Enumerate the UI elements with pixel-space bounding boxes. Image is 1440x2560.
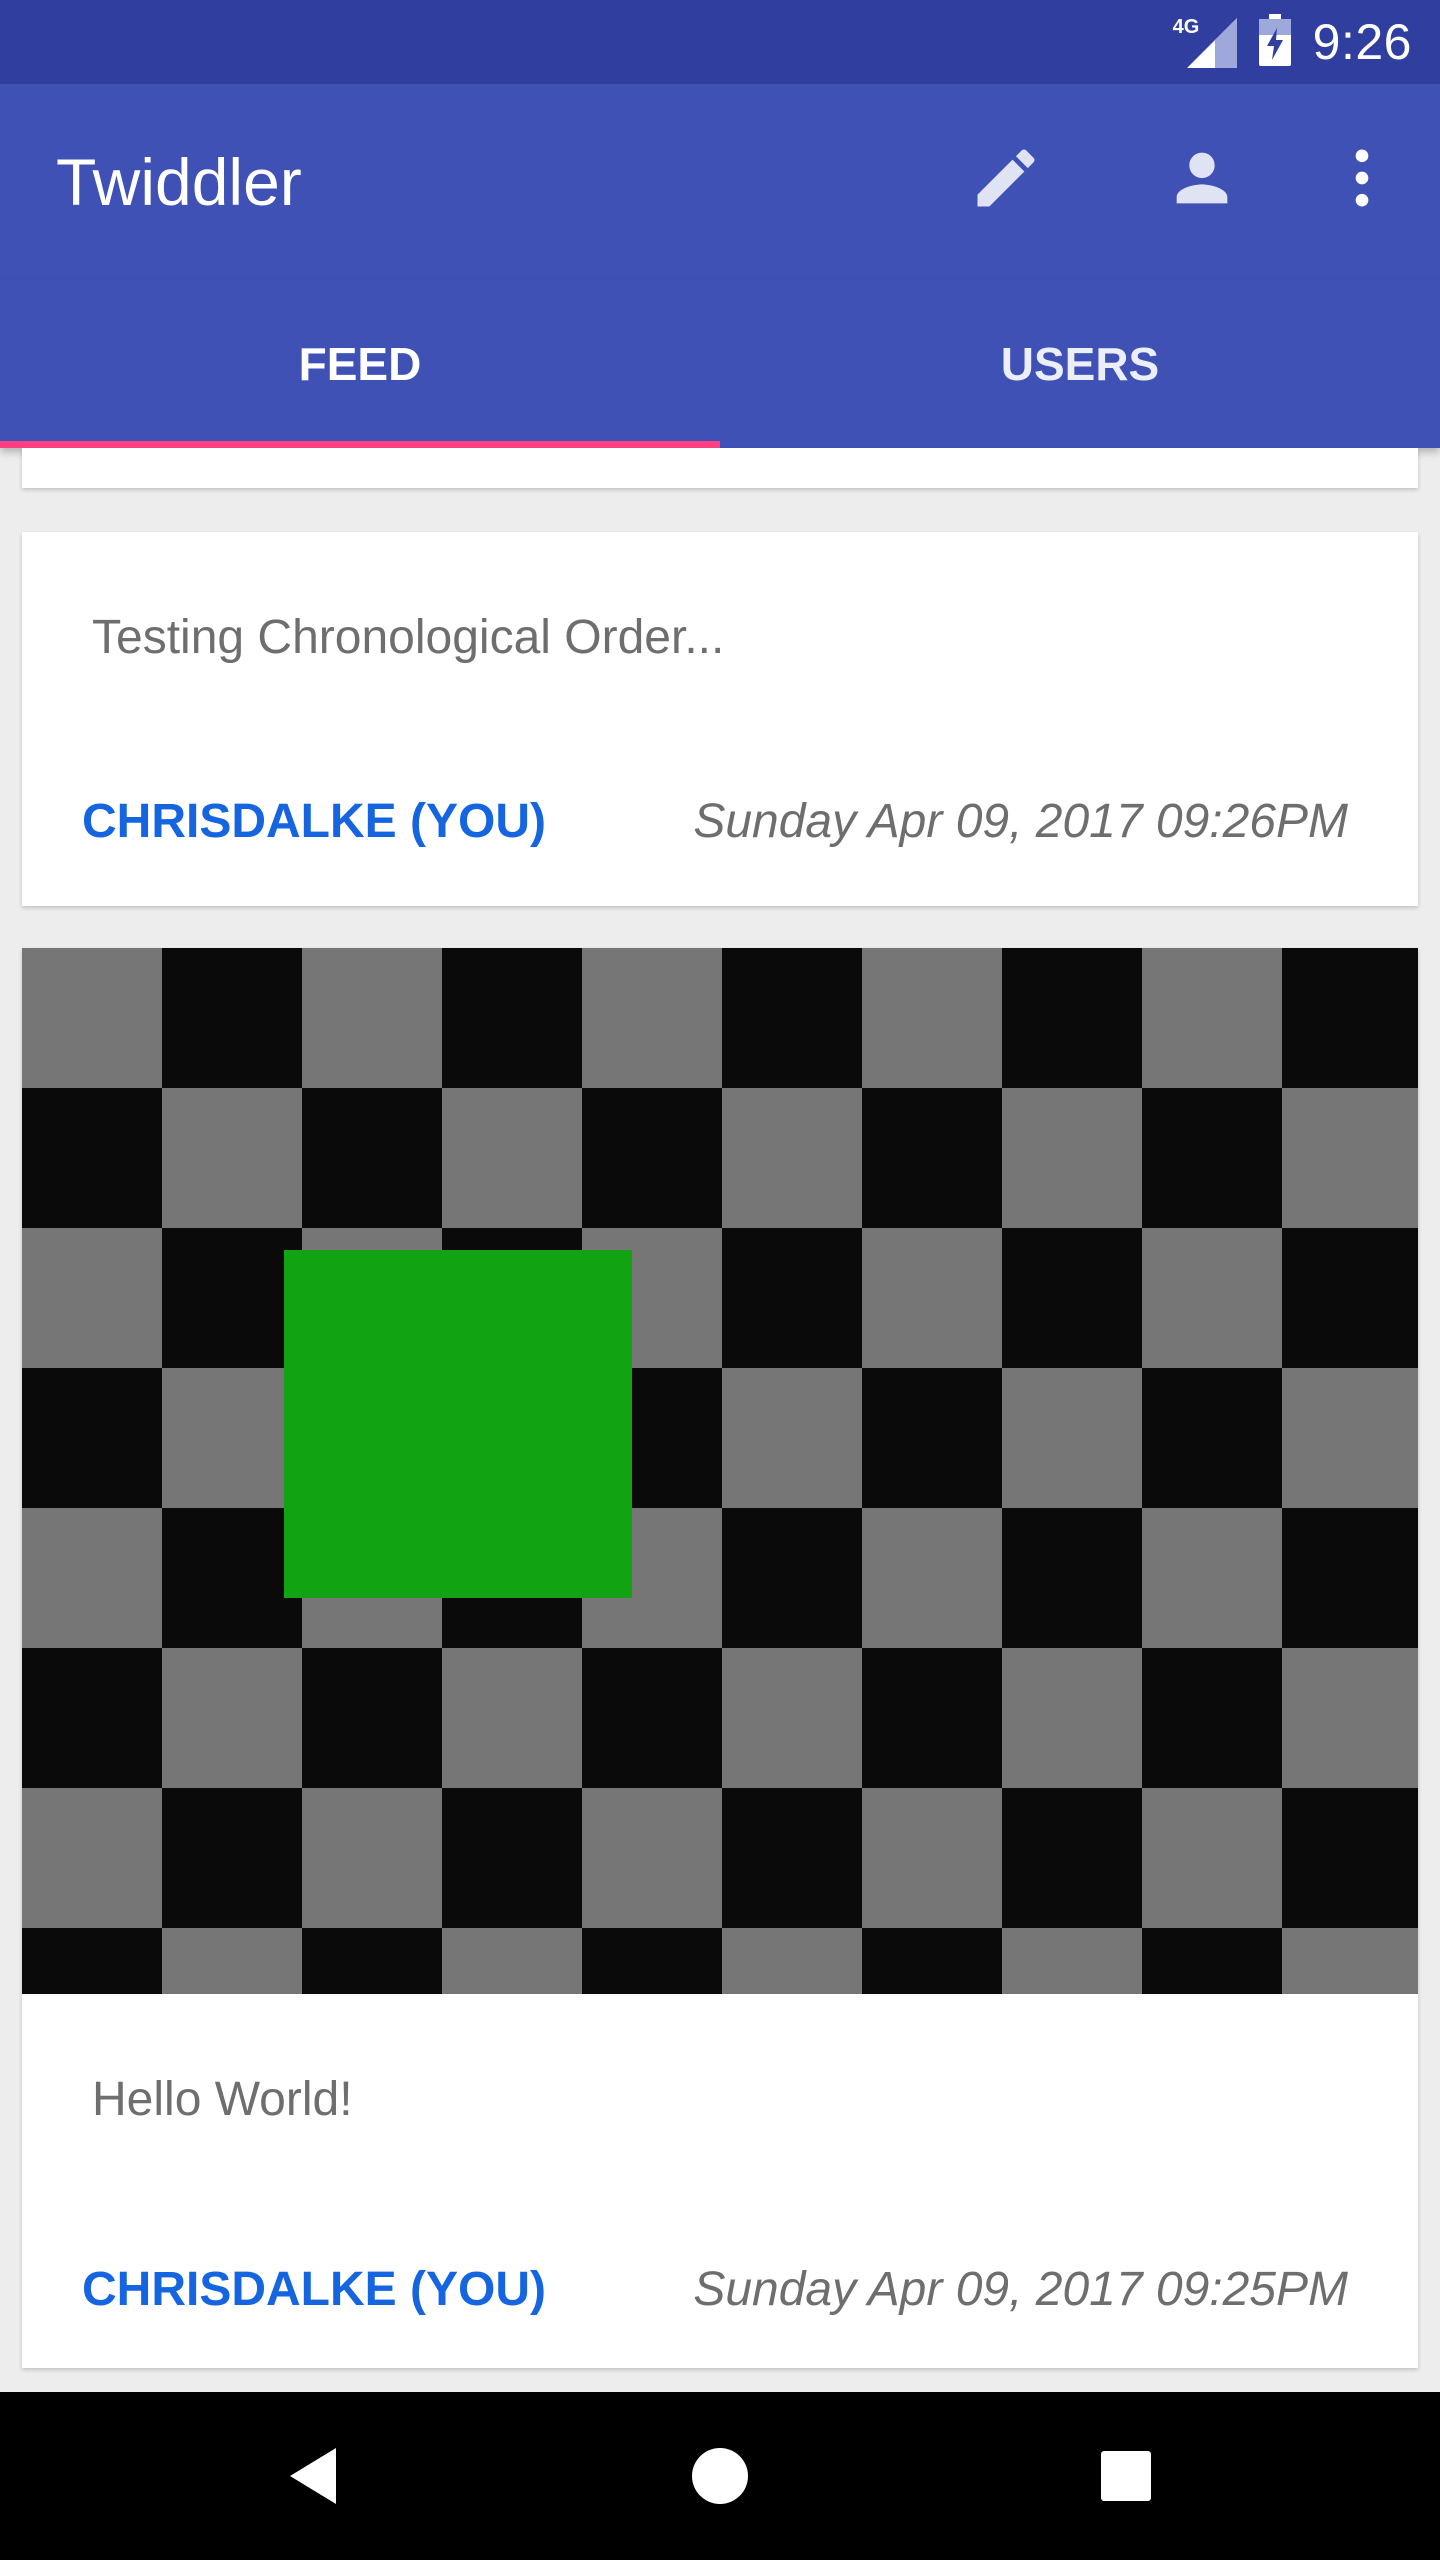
recents-icon (1101, 2451, 1151, 2501)
overflow-menu-button[interactable] (1312, 128, 1412, 228)
feed-card-partial[interactable] (22, 448, 1418, 488)
feed-card[interactable]: Testing Chronological Order... CHRISDALK… (22, 532, 1418, 906)
back-icon (290, 2448, 336, 2504)
post-timestamp: Sunday Apr 09, 2017 09:26PM (693, 795, 1348, 848)
app-bar: Twiddler (0, 84, 1440, 280)
tab-feed[interactable]: FEED (0, 280, 720, 448)
recents-button[interactable] (1076, 2426, 1176, 2526)
tab-indicator (0, 441, 720, 448)
edit-button[interactable] (956, 128, 1056, 228)
app-title: Twiddler (56, 145, 302, 219)
profile-button[interactable] (1152, 128, 1252, 228)
battery-icon (1258, 13, 1291, 71)
signal-icon: 4G (1173, 16, 1237, 68)
post-timestamp: Sunday Apr 09, 2017 09:25PM (693, 2263, 1348, 2316)
tab-users[interactable]: USERS (720, 280, 1440, 448)
feed-card[interactable]: Hello World! CHRISDALKE (YOU) Sunday Apr… (22, 948, 1418, 2368)
overflow-menu-icon (1355, 149, 1369, 207)
home-button[interactable] (670, 2426, 770, 2526)
status-icons: 4G 9:26 (1173, 0, 1412, 84)
post-author[interactable]: CHRISDALKE (YOU) (82, 2262, 546, 2317)
post-text: Testing Chronological Order... (92, 611, 725, 664)
status-bar: 4G 9:26 (0, 0, 1440, 84)
back-button[interactable] (264, 2426, 364, 2526)
home-icon (692, 2448, 748, 2504)
profile-icon (1176, 152, 1228, 204)
tab-bar: FEED USERS (0, 280, 1440, 448)
post-text: Hello World! (92, 2073, 353, 2126)
post-author[interactable]: CHRISDALKE (YOU) (82, 794, 546, 849)
system-navigation-bar (0, 2392, 1440, 2560)
post-image[interactable] (22, 948, 1418, 1994)
status-clock: 9:26 (1312, 14, 1412, 70)
edit-icon (977, 149, 1035, 207)
post-image-green-square (284, 1250, 632, 1598)
